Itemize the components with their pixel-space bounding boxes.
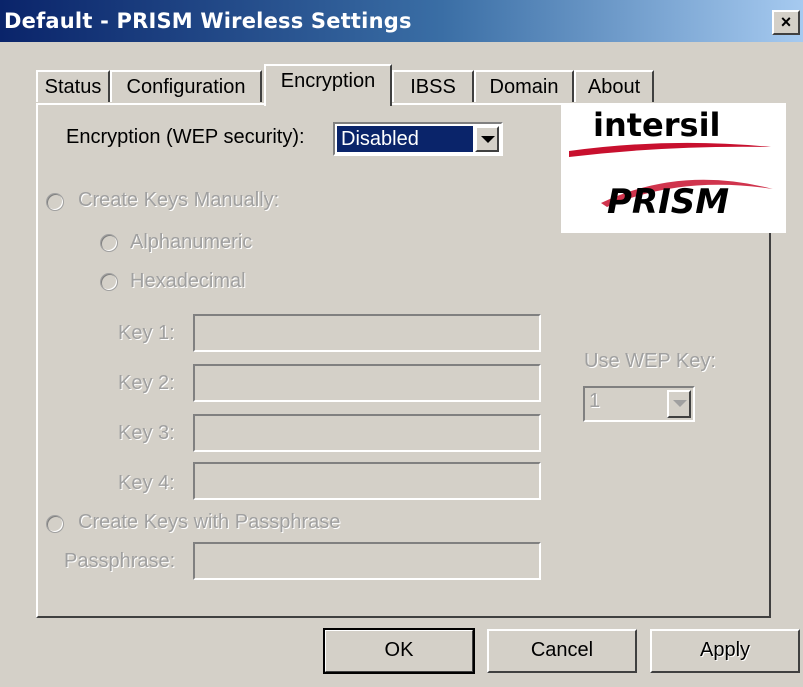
- encryption-select[interactable]: Disabled: [333, 122, 503, 156]
- create-keys-passphrase-radio[interactable]: [46, 515, 64, 533]
- key4-field[interactable]: [193, 462, 541, 500]
- hexadecimal-label: Hexadecimal: [130, 270, 246, 292]
- chevron-down-icon: [481, 136, 495, 143]
- tab-status[interactable]: Status: [36, 70, 110, 102]
- tab-about[interactable]: About: [574, 70, 654, 102]
- use-wep-key-select[interactable]: 1: [583, 386, 695, 422]
- settings-window: Default - PRISM Wireless Settings × Stat…: [0, 0, 803, 687]
- passphrase-field[interactable]: [193, 542, 541, 580]
- key4-label: Key 4:: [118, 472, 175, 494]
- use-wep-key-label: Use WEP Key:: [584, 350, 716, 372]
- key3-label: Key 3:: [118, 422, 175, 444]
- title-bar[interactable]: Default - PRISM Wireless Settings ×: [0, 0, 803, 42]
- passphrase-label: Passphrase:: [64, 550, 176, 572]
- create-keys-manually-label: Create Keys Manually:: [78, 189, 280, 211]
- encryption-dropdown-button[interactable]: [475, 126, 499, 152]
- use-wep-key-value: 1: [589, 390, 601, 412]
- tab-encryption[interactable]: Encryption: [264, 64, 392, 106]
- chevron-down-icon: [673, 400, 687, 407]
- logo-prism-text: PRISM: [607, 182, 729, 222]
- key2-field[interactable]: [193, 364, 541, 402]
- create-keys-manually-radio[interactable]: [46, 193, 64, 211]
- hexadecimal-radio[interactable]: [100, 273, 118, 291]
- alphanumeric-label: Alphanumeric: [130, 231, 253, 253]
- logo-graphic: intersil PRISM: [569, 106, 773, 222]
- cancel-button[interactable]: Cancel: [487, 629, 637, 673]
- alphanumeric-radio[interactable]: [100, 234, 118, 252]
- intersil-prism-logo: intersil PRISM: [561, 103, 786, 233]
- close-button[interactable]: ×: [772, 10, 800, 35]
- ok-button[interactable]: OK: [323, 628, 475, 674]
- tab-configuration[interactable]: Configuration: [110, 70, 262, 102]
- tab-domain[interactable]: Domain: [474, 70, 574, 102]
- key1-label: Key 1:: [118, 322, 175, 344]
- apply-button[interactable]: Apply: [650, 629, 800, 673]
- encryption-label: Encryption (WEP security):: [66, 126, 305, 148]
- key2-label: Key 2:: [118, 372, 175, 394]
- key3-field[interactable]: [193, 414, 541, 452]
- encryption-select-value: Disabled: [337, 126, 473, 152]
- create-keys-passphrase-label: Create Keys with Passphrase: [78, 511, 341, 533]
- tab-ibss[interactable]: IBSS: [392, 70, 474, 102]
- key1-field[interactable]: [193, 314, 541, 352]
- use-wep-key-dropdown-button[interactable]: [667, 390, 691, 418]
- logo-intersil-text: intersil: [593, 106, 721, 144]
- window-title: Default - PRISM Wireless Settings: [4, 9, 412, 33]
